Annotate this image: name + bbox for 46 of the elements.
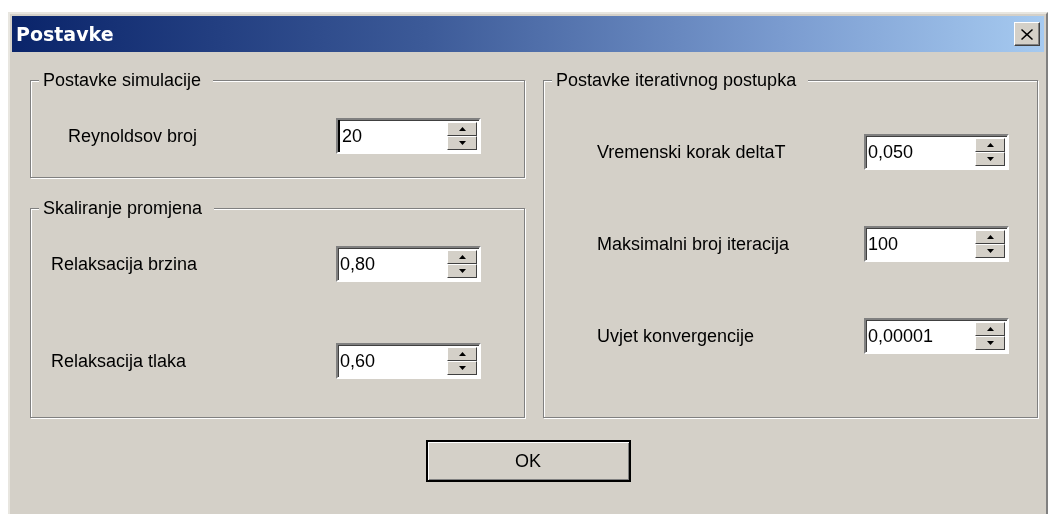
spin-field[interactable]: 0,80 — [336, 246, 481, 282]
spin-down-button[interactable] — [447, 361, 477, 375]
up-arrow-icon — [458, 352, 466, 356]
up-arrow-icon — [986, 327, 994, 331]
spin-down-button[interactable] — [975, 244, 1005, 258]
field-label: Vremenski korak deltaT — [597, 141, 787, 163]
field-value: 20 — [338, 120, 445, 152]
window-title: Postavke — [16, 23, 114, 45]
spin-field[interactable]: 0,050 — [864, 134, 1009, 170]
spin-down-button[interactable] — [447, 264, 477, 278]
spin-up-button[interactable] — [447, 347, 477, 361]
down-arrow-icon — [986, 249, 994, 253]
field-value: 0,050 — [867, 140, 915, 164]
close-button[interactable] — [1014, 22, 1040, 46]
field-label: Relaksacija brzina — [51, 253, 199, 275]
down-arrow-icon — [458, 366, 466, 370]
field-value: 100 — [867, 232, 900, 256]
spin-up-button[interactable] — [975, 138, 1005, 152]
field-value: 0,80 — [339, 252, 377, 276]
field-label: Uvjet konvergencije — [597, 325, 756, 347]
down-arrow-icon — [986, 341, 994, 345]
down-arrow-icon — [458, 269, 466, 273]
spin-field[interactable]: 100 — [864, 226, 1009, 262]
spin-up-button[interactable] — [447, 250, 477, 264]
spin-field[interactable]: 0,60 — [336, 343, 481, 379]
field-label: Maksimalni broj iteracija — [597, 233, 791, 255]
spin-field[interactable]: 20 — [336, 118, 481, 154]
spin-down-button[interactable] — [975, 152, 1005, 166]
up-arrow-icon — [458, 255, 466, 259]
spin-up-button[interactable] — [975, 230, 1005, 244]
field-label: Reynoldsov broj — [68, 125, 199, 147]
field-value: 0,60 — [339, 349, 377, 373]
ok-button[interactable]: OK — [425, 440, 631, 482]
field-label: Relaksacija tlaka — [51, 350, 188, 372]
spin-up-button[interactable] — [447, 122, 477, 136]
up-arrow-icon — [986, 235, 994, 239]
spin-down-button[interactable] — [447, 136, 477, 150]
up-arrow-icon — [458, 127, 466, 131]
field-value: 0,00001 — [867, 324, 935, 348]
spin-down-button[interactable] — [975, 336, 1005, 350]
down-arrow-icon — [458, 141, 466, 145]
spin-up-button[interactable] — [975, 322, 1005, 336]
close-icon — [1021, 28, 1033, 40]
spin-field[interactable]: 0,00001 — [864, 318, 1009, 354]
down-arrow-icon — [986, 157, 994, 161]
up-arrow-icon — [986, 143, 994, 147]
